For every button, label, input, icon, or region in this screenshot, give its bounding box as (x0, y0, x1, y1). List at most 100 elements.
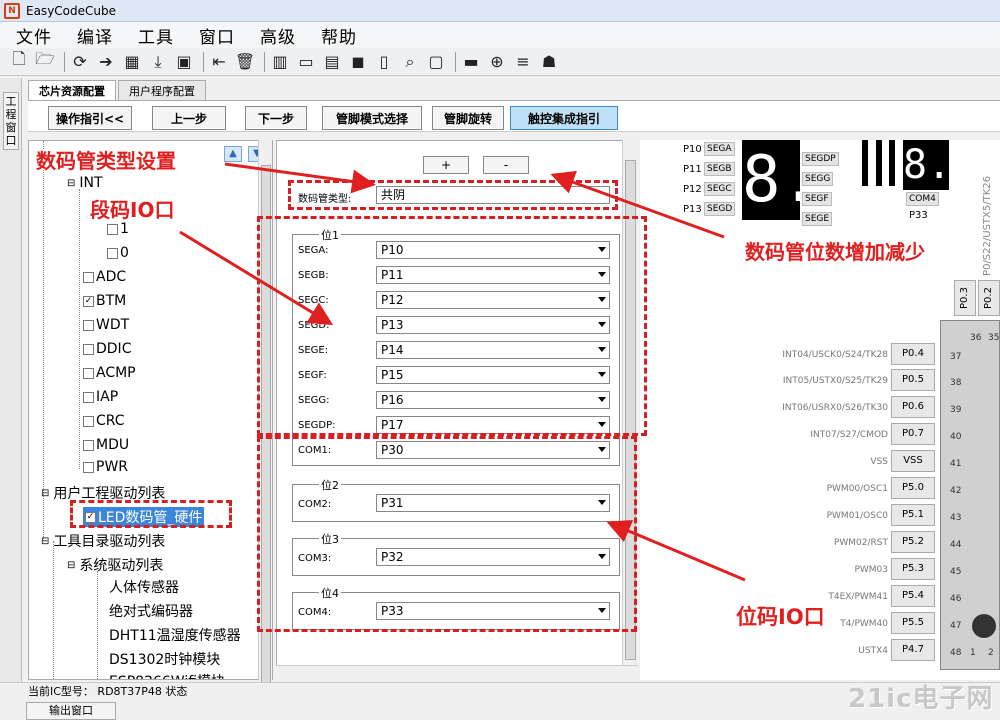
delete-icon[interactable]: 🗑 (234, 51, 256, 73)
checkbox[interactable] (83, 415, 94, 427)
menu-help[interactable]: 帮助 (321, 23, 357, 48)
tree-line (43, 141, 44, 541)
title-bar: N EasyCodeCube (0, 0, 1000, 22)
menu-tools[interactable]: 工具 (138, 23, 174, 48)
tab-chip-resource-config[interactable]: 芯片资源配置 (28, 80, 116, 100)
tree-item-driver[interactable]: 绝对式编码器 (109, 601, 193, 621)
tree-item-adc[interactable]: ADC (83, 269, 126, 285)
tree-line (97, 571, 98, 679)
menu-window[interactable]: 窗口 (199, 23, 235, 48)
pin-port[interactable]: P5.1 (891, 504, 935, 526)
com-line (889, 140, 895, 186)
list-icon[interactable]: ≡ (512, 51, 534, 73)
prev-step-button[interactable]: 上一步 (152, 106, 226, 130)
monitor-icon[interactable]: ▭ (295, 51, 317, 73)
pin-rotate-button[interactable]: 管脚旋转 (432, 106, 504, 130)
pin-number: 36 (970, 333, 982, 343)
chip-icon[interactable]: ◼ (347, 51, 369, 73)
add-document-icon[interactable]: ▯ (373, 51, 395, 73)
tree-item-label: CRC (96, 413, 125, 429)
pin-p03[interactable]: P0.3 (954, 280, 976, 316)
new-file-icon[interactable]: 🗋 (8, 49, 30, 73)
download-icon[interactable]: ⤓ (147, 51, 169, 73)
tree-item-mdu[interactable]: MDU (83, 437, 129, 453)
output-window-tab[interactable]: 输出窗口 (26, 702, 116, 720)
checkbox[interactable] (83, 439, 94, 451)
refresh-icon[interactable]: ⟳ (69, 51, 91, 73)
checkbox[interactable] (83, 271, 94, 283)
pin-port[interactable]: P5.2 (891, 531, 935, 553)
checkbox[interactable] (83, 343, 94, 355)
code-view-icon[interactable]: ▤ (321, 51, 343, 73)
pin-mode-select-button[interactable]: 管脚模式选择 (322, 106, 422, 130)
tree-line (79, 189, 80, 469)
user-icon[interactable]: ☗ (538, 51, 560, 73)
pin-p02[interactable]: P0.2 (978, 280, 1000, 316)
checkbox[interactable] (107, 223, 118, 235)
forward-icon[interactable]: ➔ (95, 51, 117, 73)
checkbox[interactable] (107, 247, 118, 259)
checkbox[interactable] (83, 461, 94, 473)
pin-port[interactable]: P4.7 (891, 639, 935, 661)
tree-item-tool-drivers[interactable]: ⊟ 工具目录驱动列表 (41, 531, 165, 551)
comment-icon[interactable]: ▬ (460, 51, 482, 73)
seg-port-label: P13 (683, 204, 702, 215)
pin-port[interactable]: P0.5 (891, 369, 935, 391)
checkbox[interactable] (83, 367, 94, 379)
export-icon[interactable]: ⇤ (208, 51, 230, 73)
pin-port[interactable]: P0.6 (891, 396, 935, 418)
add-digit-button[interactable]: + (423, 156, 469, 174)
pin-port[interactable]: P5.5 (891, 612, 935, 634)
pin-port[interactable]: P5.0 (891, 477, 935, 499)
tree-item-system-drivers[interactable]: ⊟ 系统驱动列表 (67, 555, 163, 575)
tree-item-int-0[interactable]: 0 (107, 245, 129, 261)
tab-strip: 芯片资源配置 用户程序配置 (28, 80, 208, 100)
tree-up-button[interactable]: ▲ (224, 146, 242, 162)
menu-file[interactable]: 文件 (16, 23, 52, 48)
globe-icon[interactable]: ⊕ (486, 51, 508, 73)
project-window-tab[interactable]: 工程窗口 (3, 92, 19, 150)
checkbox-checked[interactable]: ✓ (83, 295, 94, 307)
operation-guide-button[interactable]: 操作指引<< (48, 106, 132, 130)
menu-advanced[interactable]: 高级 (260, 23, 296, 48)
menu-compile[interactable]: 编译 (77, 23, 113, 48)
tree-item-driver[interactable]: 人体传感器 (109, 577, 179, 597)
tree-item-driver[interactable]: DHT11温湿度传感器 (109, 625, 241, 645)
annotation-segment-io: 段码IO口 (90, 198, 175, 222)
tree-item-driver[interactable]: ESP8266Wifi模块 (109, 671, 225, 679)
next-step-button[interactable]: 下一步 (245, 106, 307, 130)
com-tag: COM4 (906, 192, 939, 206)
folder-icon[interactable]: ▢ (425, 51, 447, 73)
tree-item-btm[interactable]: ✓ BTM (83, 293, 126, 309)
tree-item-driver[interactable]: DS1302时钟模块 (109, 649, 220, 669)
seg-tag: SEGB (704, 162, 735, 176)
pin-port[interactable]: P0.7 (891, 423, 935, 445)
save-icon[interactable]: ▣ (173, 51, 195, 73)
tree-item-label: ESP8266Wifi模块 (109, 671, 225, 679)
tree-item-ddic[interactable]: DDIC (83, 341, 131, 357)
network-search-icon[interactable]: ⌕ (399, 51, 421, 73)
tab-user-program-config[interactable]: 用户程序配置 (118, 80, 206, 100)
pin-port[interactable]: P5.4 (891, 585, 935, 607)
app-logo-icon: N (4, 2, 20, 19)
site-watermark: 21ic电子网 (848, 684, 994, 714)
book-icon[interactable]: ▥ (269, 51, 291, 73)
tree-item-wdt[interactable]: WDT (83, 317, 129, 333)
pin-port[interactable]: P0.4 (891, 343, 935, 365)
tree-item-pwr[interactable]: PWR (83, 459, 128, 475)
tree-item-int[interactable]: ⊟ INT (67, 175, 103, 191)
seg-tag: SEGE (802, 212, 833, 226)
tree-item-acmp[interactable]: ACMP (83, 365, 136, 381)
checkbox[interactable] (83, 391, 94, 403)
remove-digit-button[interactable]: - (483, 156, 529, 174)
touch-integration-guide-button[interactable]: 触控集成指引 (510, 106, 618, 130)
chip-programmer-icon[interactable]: ▦ (121, 51, 143, 73)
config-horizontal-scrollbar[interactable] (276, 665, 638, 680)
tree-item-crc[interactable]: CRC (83, 413, 125, 429)
checkbox[interactable] (83, 319, 94, 331)
pin-port[interactable]: P5.3 (891, 558, 935, 580)
open-folder-icon[interactable]: 🗁 (34, 49, 56, 73)
pin-port[interactable]: VSS (891, 450, 935, 472)
tree-item-int-1[interactable]: 1 (107, 221, 129, 237)
tree-item-iap[interactable]: IAP (83, 389, 118, 405)
